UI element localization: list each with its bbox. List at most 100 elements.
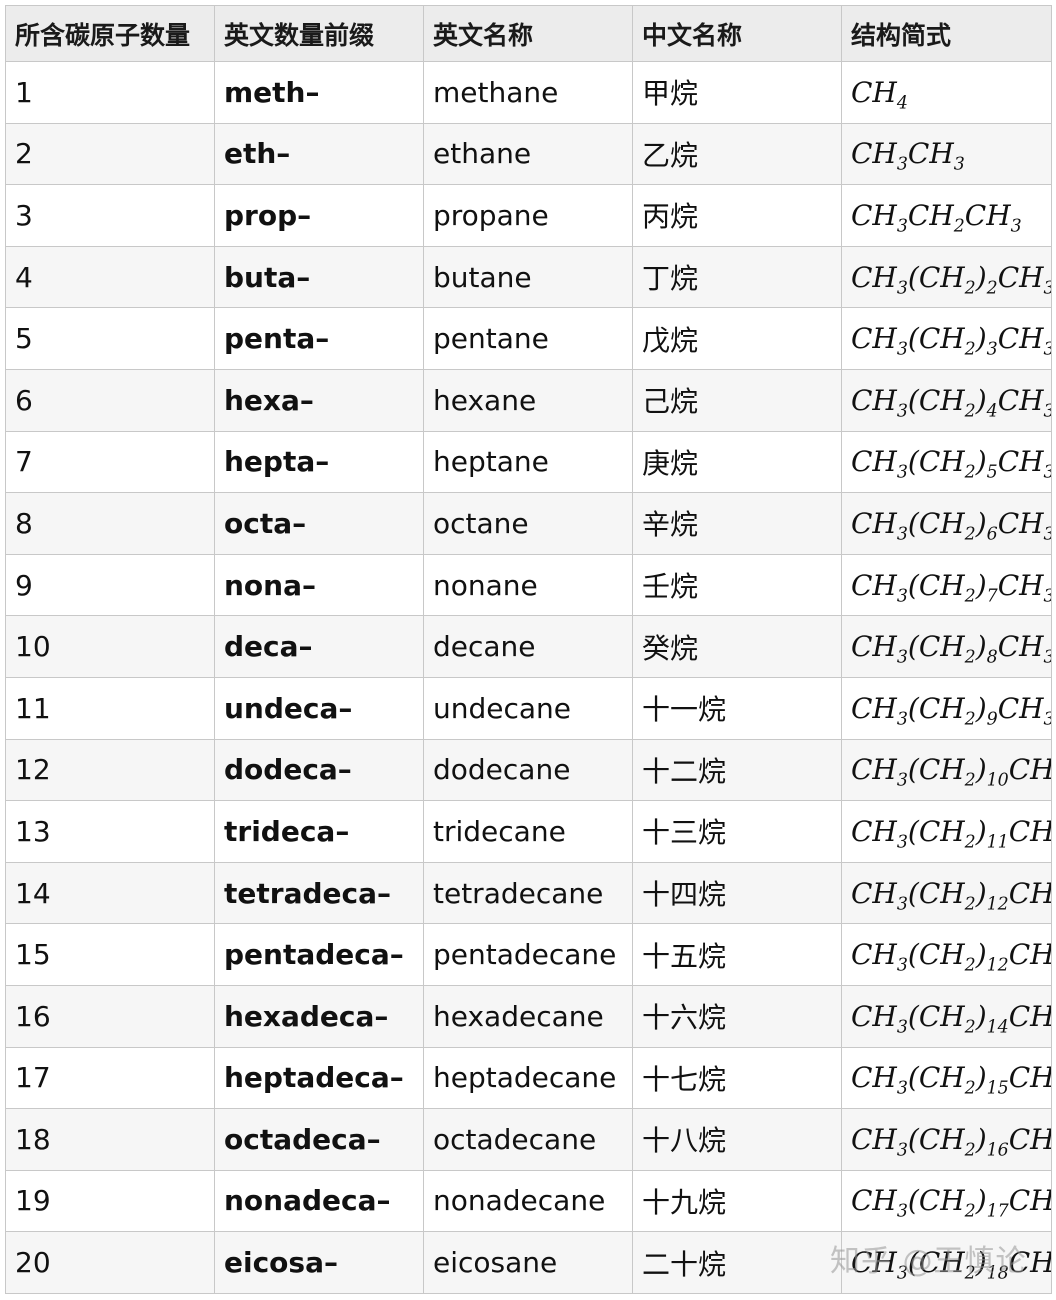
formula-subscript: 2 — [964, 1017, 976, 1038]
chinese-name-cell: 十七烷 — [632, 1046, 842, 1110]
formula-text: (CH — [907, 691, 965, 725]
carbon-count-cell: 16 — [5, 984, 215, 1048]
formula-subscript: 2 — [964, 709, 976, 730]
table-row: 5penta–pentane戊烷CH3(CH2)3CH3 — [5, 307, 1052, 370]
chinese-name-cell: 十三烷 — [632, 800, 842, 863]
table-row: 18octadeca–octadecane十八烷CH3(CH2)16CH3 — [5, 1108, 1052, 1171]
formula-text: ) — [975, 383, 987, 417]
prefix-cell: hexadeca– — [214, 984, 424, 1048]
table-row: 2 eth– ethane 乙烷 CH3CH3 — [5, 122, 1052, 186]
table-row: 1 meth– methane 甲烷 CH4 — [5, 61, 1052, 124]
formula-text: ) — [975, 876, 987, 910]
formula-subscript: 6 — [986, 524, 998, 545]
structural-formula-cell: CH3(CH2)2CH3 — [841, 245, 1052, 309]
formula-subscript: 2 — [964, 1202, 976, 1223]
formula-subscript: 16 — [986, 1140, 1009, 1161]
formula-subscript: 3 — [986, 339, 998, 360]
chinese-name-cell: 甲烷 — [632, 61, 842, 124]
formula-subscript: 4 — [896, 93, 908, 114]
prefix-cell: octa– — [214, 492, 424, 555]
formula-subscript: 3 — [896, 832, 908, 853]
prefix-cell: meth– — [214, 61, 424, 124]
formula-text: (CH — [907, 383, 965, 417]
formula-text: CH — [907, 198, 954, 232]
structural-formula-cell: CH3(CH2)6CH3 — [841, 492, 1052, 555]
carbon-count-cell: 19 — [5, 1169, 215, 1233]
english-name-cell: hexane — [423, 368, 633, 432]
prefix-cell: octadeca– — [214, 1108, 424, 1171]
structural-formula-cell: CH3(CH2)18CH3 — [841, 1231, 1052, 1294]
table-row: 17heptadeca–heptadecane十七烷CH3(CH2)15CH3 — [5, 1046, 1052, 1110]
structural-formula-cell: CH3CH2CH3 — [841, 184, 1052, 247]
formula-text: (CH — [907, 1246, 965, 1280]
formula-subscript: 14 — [986, 1017, 1009, 1038]
formula-text: CH — [851, 383, 897, 417]
prefix-cell: heptadeca– — [214, 1046, 424, 1110]
formula-text: (CH — [907, 260, 965, 294]
formula-text: (CH — [907, 1061, 965, 1095]
carbon-count-cell: 2 — [5, 122, 215, 186]
formula-subscript: 2 — [964, 339, 976, 360]
carbon-count-cell: 15 — [5, 923, 215, 986]
formula-subscript: 3 — [1044, 525, 1051, 545]
structural-formula-cell: CH4 — [841, 61, 1052, 124]
table-header: 所含碳原子数量 英文数量前缀 英文名称 中文名称 结构简式 — [5, 5, 1052, 62]
structural-formula-cell: CH3(CH2)11CH3 — [841, 800, 1052, 863]
formula-text: (CH — [907, 814, 965, 848]
formula-subscript: 2 — [986, 278, 998, 299]
prefix-cell: pentadeca– — [214, 923, 424, 986]
chinese-name-cell: 十一烷 — [632, 676, 842, 740]
chinese-name-cell: 十九烷 — [632, 1169, 842, 1233]
formula-subscript: 3 — [896, 1140, 908, 1161]
formula-text: CH — [851, 137, 897, 171]
formula-text: CH — [997, 568, 1044, 602]
english-name-cell: butane — [423, 245, 633, 309]
table-row: 3 prop– propane 丙烷 CH3CH2CH3 — [5, 184, 1052, 247]
formula-text: ) — [975, 506, 987, 540]
structural-formula-cell: CH3(CH2)12CH3 — [841, 923, 1052, 986]
formula-subscript: 3 — [1044, 586, 1051, 606]
chinese-name-cell: 癸烷 — [632, 615, 842, 678]
english-name-cell: pentadecane — [423, 923, 633, 986]
formula-subscript: 10 — [986, 770, 1009, 791]
formula-text: CH — [964, 198, 1011, 232]
formula-subscript: 3 — [896, 1202, 908, 1223]
formula-subscript: 3 — [1044, 401, 1051, 421]
formula-text: (CH — [907, 506, 965, 540]
header-carbon-count: 所含碳原子数量 — [5, 5, 215, 62]
table-row: 8octa–octane辛烷CH3(CH2)6CH3 — [5, 492, 1052, 555]
structural-formula-cell: CH3(CH2)12CH3 — [841, 861, 1052, 925]
carbon-count-cell: 5 — [5, 307, 215, 370]
prefix-cell: deca– — [214, 615, 424, 678]
chinese-name-cell: 丁烷 — [632, 245, 842, 309]
structural-formula-cell: CH3(CH2)14CH3 — [841, 984, 1052, 1048]
formula-subscript: 12 — [986, 955, 1009, 976]
formula-text: ) — [975, 999, 987, 1033]
formula-subscript: 11 — [986, 832, 1009, 853]
formula-subscript: 3 — [896, 770, 908, 791]
english-name-cell: nonane — [423, 553, 633, 617]
carbon-count-cell: 7 — [5, 430, 215, 494]
prefix-cell: eicosa– — [214, 1231, 424, 1294]
prefix-cell: hexa– — [214, 368, 424, 432]
formula-subscript: 3 — [896, 216, 908, 237]
table-row: 19nonadeca–nonadecane十九烷CH3(CH2)17CH3 — [5, 1169, 1052, 1233]
english-name-cell: methane — [423, 61, 633, 124]
formula-text: (CH — [907, 938, 965, 972]
english-name-cell: eicosane — [423, 1231, 633, 1294]
formula-text: CH — [851, 814, 897, 848]
carbon-count-cell: 17 — [5, 1046, 215, 1110]
formula-subscript: 17 — [986, 1202, 1009, 1223]
formula-text: CH — [851, 691, 897, 725]
english-name-cell: decane — [423, 615, 633, 678]
carbon-count-cell: 10 — [5, 615, 215, 678]
chinese-name-cell: 戊烷 — [632, 307, 842, 370]
formula-text: CH — [1008, 1246, 1052, 1280]
formula-text: CH — [1008, 999, 1052, 1033]
formula-subscript: 3 — [1044, 709, 1051, 729]
table-row: 14tetradeca–tetradecane十四烷CH3(CH2)12CH3 — [5, 861, 1052, 925]
header-english-name: 英文名称 — [423, 5, 633, 62]
formula-subscript: 3 — [896, 524, 908, 545]
chinese-name-cell: 丙烷 — [632, 184, 842, 247]
formula-text: ) — [975, 1246, 987, 1280]
